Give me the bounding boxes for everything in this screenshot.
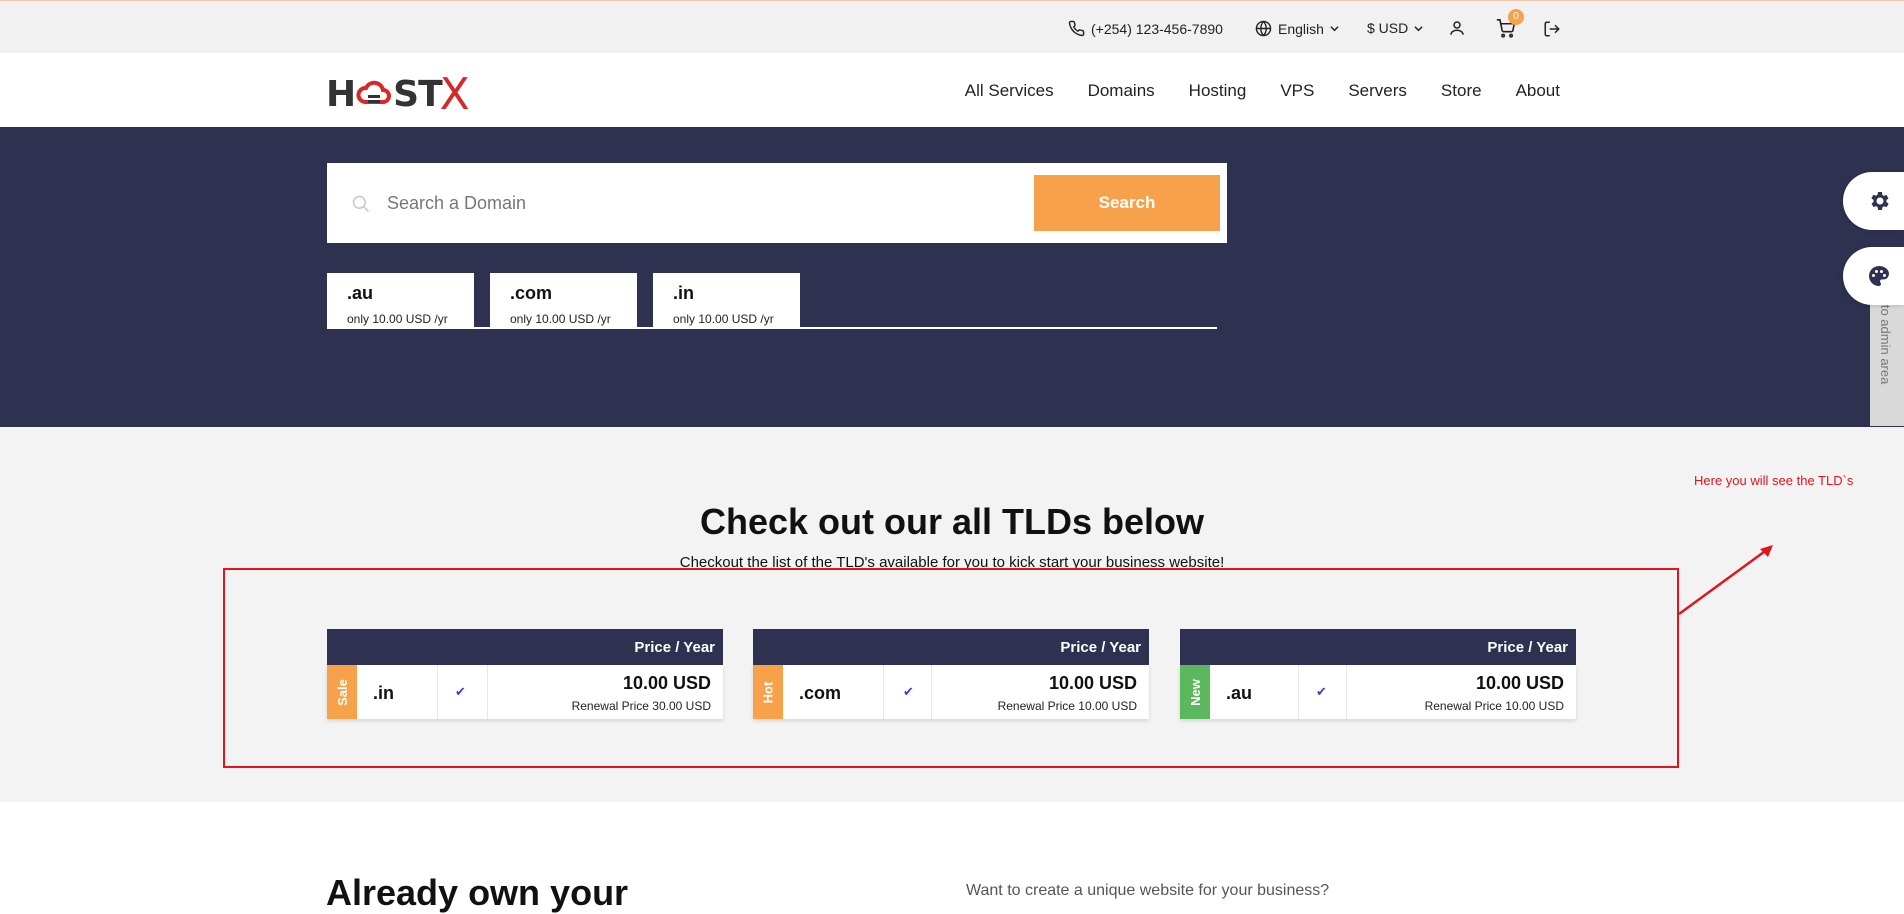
tld-card-renewal: Renewal Price 30.00 USD	[571, 699, 711, 713]
own-domain-text: Want to create a unique website for your…	[966, 882, 1330, 899]
tld-quick-list: .au only 10.00 USD /yr .com only 10.00 U…	[327, 273, 1217, 329]
badge-label: Hot	[760, 681, 776, 703]
cart-count-badge: 0	[1508, 9, 1524, 25]
check-icon: ✔	[455, 684, 466, 699]
nav-all-services[interactable]: All Services	[965, 81, 1054, 101]
main-header: H ST X All Services Domains Hosting VPS …	[0, 53, 1904, 127]
divider	[1298, 665, 1299, 719]
own-domain-title: Already own your	[326, 872, 629, 913]
phone-contact[interactable]: (+254) 123-456-7890	[1068, 20, 1223, 37]
phone-icon	[1068, 20, 1085, 37]
language-label: English	[1278, 20, 1324, 37]
divider	[883, 665, 884, 719]
badge-label: New	[1187, 678, 1203, 706]
check-icon: ✔	[1316, 684, 1327, 699]
account-button[interactable]	[1448, 19, 1466, 37]
tld-chip-com[interactable]: .com only 10.00 USD /yr	[490, 273, 637, 329]
divider	[931, 665, 932, 719]
check-icon: ✔	[903, 684, 914, 699]
admin-area-tab[interactable]: n to admin area	[1870, 290, 1904, 426]
tld-card-body: New .au ✔ 10.00 USD Renewal Price 10.00 …	[1180, 665, 1576, 719]
tld-card-com[interactable]: Price / Year Hot .com ✔ 10.00 USD Renewa…	[753, 629, 1149, 719]
domain-search-box: Search	[327, 163, 1227, 243]
nav-domains[interactable]: Domains	[1088, 81, 1155, 101]
user-icon	[1450, 21, 1464, 35]
annotation-arrow	[1678, 545, 1773, 616]
logo-text-x: X	[439, 69, 470, 120]
tld-chip-price: only 10.00 USD /yr	[673, 312, 774, 326]
tld-card-ext: .au	[1226, 683, 1253, 703]
tld-card-body: Hot .com ✔ 10.00 USD Renewal Price 10.00…	[753, 665, 1149, 719]
domain-search-input[interactable]	[387, 183, 987, 223]
tld-card-ext: .com	[799, 683, 842, 703]
tld-card-price: 10.00 USD	[1048, 673, 1137, 693]
globe-icon	[1255, 20, 1272, 37]
new-badge: New	[1180, 665, 1210, 719]
divider	[437, 665, 438, 719]
top-bar: (+254) 123-456-7890 English $ USD 0	[0, 0, 1904, 53]
tld-card-renewal: Renewal Price 10.00 USD	[997, 699, 1137, 713]
nav-about[interactable]: About	[1516, 81, 1560, 101]
divider	[487, 665, 488, 719]
tld-chip-price: only 10.00 USD /yr	[347, 312, 448, 326]
tld-card-header: Price / Year	[753, 629, 1149, 665]
annotation-note: Here you will see the TLD`s	[1694, 473, 1854, 488]
own-domain-section: Already own your Want to create a unique…	[0, 802, 1904, 914]
logo-text-st: ST	[393, 74, 442, 115]
tld-chip-ext: .au	[347, 283, 374, 303]
hostx-logo[interactable]: H ST X	[326, 69, 470, 120]
logo-text-h: H	[326, 74, 356, 115]
phone-number: (+254) 123-456-7890	[1091, 20, 1223, 37]
tld-card-body: Sale .in ✔ 10.00 USD Renewal Price 30.00…	[327, 665, 723, 719]
tld-card-au[interactable]: Price / Year New .au ✔ 10.00 USD Renewal…	[1180, 629, 1576, 719]
nav-vps[interactable]: VPS	[1280, 81, 1314, 101]
tld-card-header: Price / Year	[1180, 629, 1576, 665]
tld-card-renewal: Renewal Price 10.00 USD	[1424, 699, 1564, 713]
search-icon	[352, 195, 370, 213]
nav-store[interactable]: Store	[1441, 81, 1482, 101]
chevron-down-icon	[1330, 26, 1339, 32]
logout-button[interactable]	[1543, 20, 1561, 38]
admin-area-label: n to admin area	[1878, 294, 1893, 385]
hot-badge: Hot	[753, 665, 783, 719]
palette-icon	[1868, 266, 1889, 286]
tld-chip-in[interactable]: .in only 10.00 USD /yr	[653, 273, 800, 329]
tld-card-price: 10.00 USD	[1475, 673, 1564, 693]
cart-button[interactable]: 0	[1496, 9, 1524, 38]
tld-card-in[interactable]: Price / Year Sale .in ✔ 10.00 USD Renewa…	[327, 629, 723, 719]
tld-card-header: Price / Year	[327, 629, 723, 665]
tld-chip-price: only 10.00 USD /yr	[510, 312, 611, 326]
nav-hosting[interactable]: Hosting	[1189, 81, 1247, 101]
tld-chip-ext: .in	[673, 283, 694, 303]
tld-section: Check out our all TLDs below Checkout th…	[0, 427, 1904, 802]
tld-chip-ext: .com	[510, 283, 553, 303]
search-button[interactable]: Search	[1034, 175, 1220, 231]
badge-label: Sale	[334, 678, 350, 706]
tld-card-price: 10.00 USD	[622, 673, 711, 693]
logout-icon	[1544, 21, 1560, 37]
settings-widget-button[interactable]	[1843, 172, 1904, 230]
domain-search-hero: Search .au only 10.00 USD /yr .com only …	[0, 127, 1904, 427]
gear-icon	[1870, 192, 1889, 210]
currency-label: $ USD	[1367, 20, 1409, 36]
currency-selector[interactable]: $ USD	[1367, 20, 1423, 36]
nav-servers[interactable]: Servers	[1348, 81, 1407, 101]
main-nav: All Services Domains Hosting VPS Servers…	[965, 81, 1560, 101]
tld-card-ext: .in	[373, 683, 394, 703]
chevron-down-icon	[1414, 25, 1423, 31]
language-selector[interactable]: English	[1255, 20, 1339, 37]
tld-section-title: Check out our all TLDs below	[699, 501, 1205, 542]
cloud-server-icon	[356, 80, 392, 104]
divider	[1346, 665, 1347, 719]
sale-badge: Sale	[327, 665, 357, 719]
tld-chip-au[interactable]: .au only 10.00 USD /yr	[327, 273, 474, 329]
theme-widget-button[interactable]	[1843, 247, 1904, 305]
